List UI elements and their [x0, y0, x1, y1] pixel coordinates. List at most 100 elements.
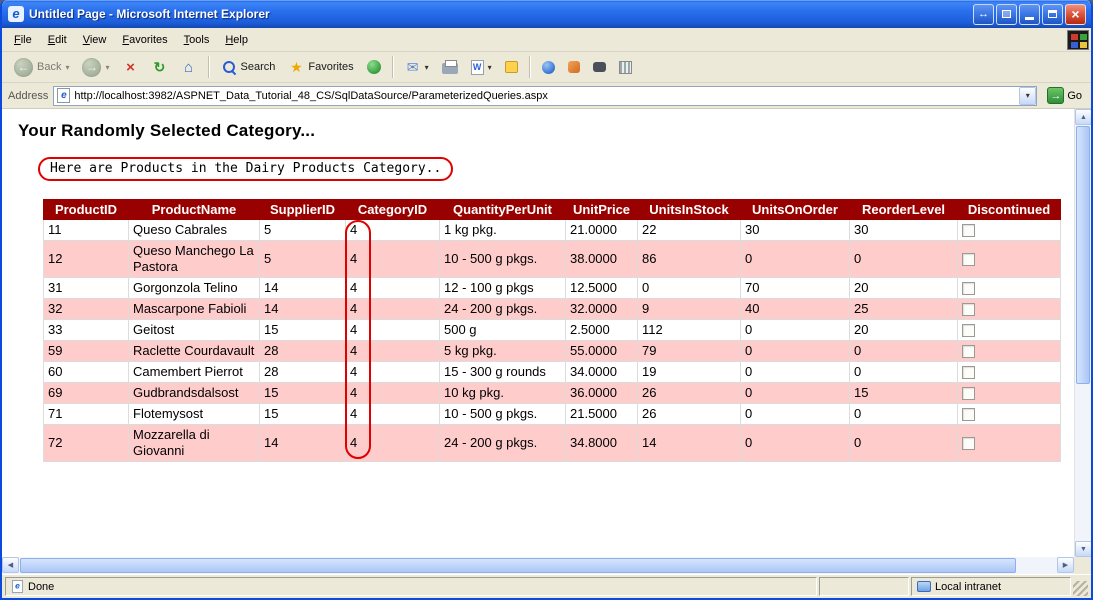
- cell-product-name: Flotemysost: [129, 404, 260, 425]
- edit-button[interactable]: [465, 54, 498, 80]
- cell-units-on-order: 0: [741, 404, 850, 425]
- history-button[interactable]: [361, 54, 387, 80]
- menu-bar: File Edit View Favorites Tools Help: [2, 28, 1091, 52]
- cell-reorder-level: 0: [850, 425, 958, 462]
- cell-unit-price: 2.5000: [566, 320, 638, 341]
- cell-product-name: Geitost: [129, 320, 260, 341]
- window-icon: [1002, 10, 1011, 18]
- vertical-scrollbar[interactable]: [1074, 109, 1091, 557]
- page-content: Your Randomly Selected Category... Here …: [2, 109, 1074, 557]
- column-header-discontinued: Discontinued: [958, 200, 1061, 220]
- address-bar: Address http://localhost:3982/ASPNET_Dat…: [2, 83, 1091, 109]
- back-button[interactable]: Back: [8, 54, 75, 80]
- titlebar-extra-button-1[interactable]: [973, 4, 994, 25]
- table-row: 32Mascarpone Fabioli14424 - 200 g pkgs.3…: [44, 299, 1061, 320]
- titlebar-extra-button-2[interactable]: [996, 4, 1017, 25]
- scroll-right-button[interactable]: [1057, 557, 1074, 573]
- refresh-button[interactable]: [146, 54, 174, 80]
- scroll-left-button[interactable]: [2, 557, 19, 573]
- page-heading: Your Randomly Selected Category...: [18, 121, 1074, 141]
- tiles-button[interactable]: [613, 54, 638, 80]
- menu-help[interactable]: Help: [217, 31, 256, 49]
- resize-grip[interactable]: [1073, 581, 1088, 596]
- cell-supplier-id: 28: [260, 362, 346, 383]
- column-header-reorder-level: ReorderLevel: [850, 200, 958, 220]
- find-button[interactable]: [587, 54, 612, 80]
- column-header-product-name: ProductName: [129, 200, 260, 220]
- status-empty-panel: [819, 577, 909, 596]
- scroll-up-button[interactable]: [1075, 109, 1092, 125]
- cell-category-id: 4: [346, 404, 440, 425]
- window-title: Untitled Page - Microsoft Internet Explo…: [29, 7, 968, 21]
- favorites-label: Favorites: [308, 61, 353, 73]
- discontinued-checkbox: [962, 366, 975, 379]
- cell-units-on-order: 0: [741, 320, 850, 341]
- table-row: 31Gorgonzola Telino14412 - 100 g pkgs12.…: [44, 278, 1061, 299]
- messenger-button[interactable]: [536, 54, 561, 80]
- cell-discontinued: [958, 220, 1061, 241]
- cell-quantity-per-unit: 10 - 500 g pkgs.: [440, 241, 566, 278]
- cell-product-name: Gorgonzola Telino: [129, 278, 260, 299]
- print-button[interactable]: [436, 54, 464, 80]
- research-button[interactable]: [562, 54, 586, 80]
- scroll-down-button[interactable]: [1075, 541, 1092, 557]
- discontinued-checkbox: [962, 282, 975, 295]
- column-header-units-on-order: UnitsOnOrder: [741, 200, 850, 220]
- menu-favorites[interactable]: Favorites: [114, 31, 175, 49]
- cell-unit-price: 21.5000: [566, 404, 638, 425]
- cell-discontinued: [958, 383, 1061, 404]
- stop-button[interactable]: [117, 54, 145, 80]
- address-input[interactable]: http://localhost:3982/ASPNET_Data_Tutori…: [53, 86, 1037, 106]
- go-button[interactable]: Go: [1042, 85, 1087, 107]
- mail-button[interactable]: [399, 54, 435, 80]
- home-button[interactable]: [175, 54, 203, 80]
- forward-icon: [82, 58, 101, 77]
- column-header-unit-price: UnitPrice: [566, 200, 638, 220]
- vertical-scroll-track[interactable]: [1075, 125, 1091, 541]
- cell-supplier-id: 14: [260, 278, 346, 299]
- go-arrow-icon: [1047, 87, 1064, 104]
- cell-reorder-level: 0: [850, 404, 958, 425]
- discontinued-checkbox: [962, 224, 975, 237]
- favorites-button[interactable]: Favorites: [282, 54, 359, 80]
- menu-view[interactable]: View: [75, 31, 115, 49]
- cell-quantity-per-unit: 500 g: [440, 320, 566, 341]
- cell-units-in-stock: 86: [638, 241, 741, 278]
- cell-units-on-order: 0: [741, 383, 850, 404]
- horizontal-scroll-track[interactable]: [19, 557, 1057, 574]
- cell-units-on-order: 0: [741, 425, 850, 462]
- search-label: Search: [241, 61, 276, 73]
- cell-discontinued: [958, 404, 1061, 425]
- cell-product-id: 11: [44, 220, 129, 241]
- minimize-button[interactable]: [1019, 4, 1040, 25]
- cell-quantity-per-unit: 15 - 300 g rounds: [440, 362, 566, 383]
- cell-discontinued: [958, 341, 1061, 362]
- forward-button[interactable]: [76, 54, 115, 80]
- cell-category-id: 4: [346, 341, 440, 362]
- search-button[interactable]: Search: [215, 54, 282, 80]
- cell-discontinued: [958, 362, 1061, 383]
- cell-quantity-per-unit: 24 - 200 g pkgs.: [440, 425, 566, 462]
- address-dropdown-button[interactable]: [1019, 87, 1036, 105]
- cell-product-name: Queso Cabrales: [129, 220, 260, 241]
- menu-edit[interactable]: Edit: [40, 31, 75, 49]
- cell-product-id: 69: [44, 383, 129, 404]
- cell-reorder-level: 25: [850, 299, 958, 320]
- menu-tools[interactable]: Tools: [176, 31, 218, 49]
- horizontal-scroll-thumb[interactable]: [20, 558, 1016, 573]
- cell-unit-price: 34.8000: [566, 425, 638, 462]
- discuss-button[interactable]: [499, 54, 524, 80]
- horizontal-scrollbar[interactable]: [2, 557, 1074, 574]
- cell-category-id: 4: [346, 220, 440, 241]
- binoculars-icon: [593, 62, 606, 72]
- column-header-supplier-id: SupplierID: [260, 200, 346, 220]
- toolbar-separator: [392, 56, 394, 78]
- menu-file[interactable]: File: [6, 31, 40, 49]
- close-button[interactable]: [1065, 4, 1086, 25]
- cell-reorder-level: 20: [850, 278, 958, 299]
- status-message-panel: Done: [5, 577, 817, 596]
- maximize-button[interactable]: [1042, 4, 1063, 25]
- cell-units-in-stock: 19: [638, 362, 741, 383]
- vertical-scroll-thumb[interactable]: [1076, 126, 1090, 384]
- discontinued-checkbox: [962, 324, 975, 337]
